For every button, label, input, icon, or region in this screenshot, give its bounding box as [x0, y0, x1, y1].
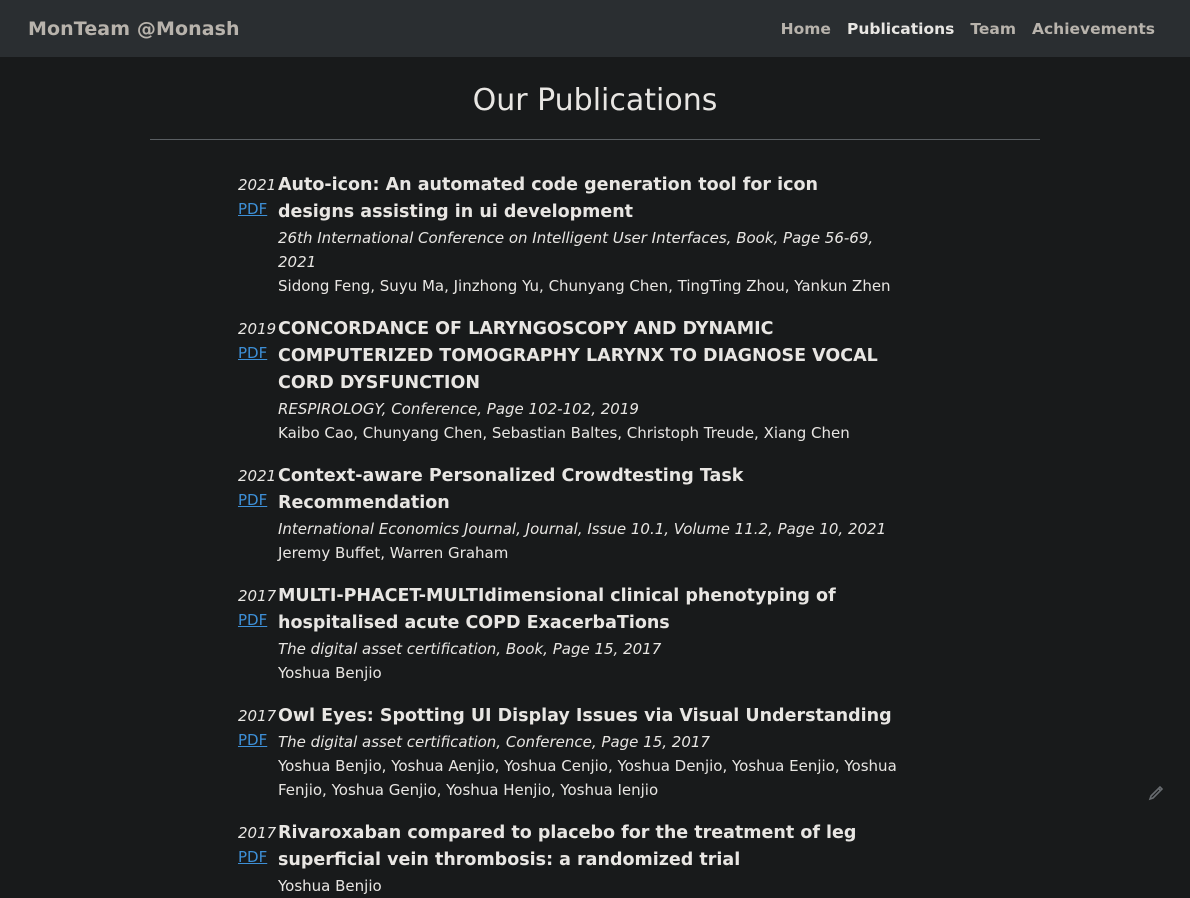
publication-year: 2021 [238, 176, 277, 194]
publication-authors: Kaibo Cao, Chunyang Chen, Sebastian Balt… [278, 424, 850, 442]
pencil-icon[interactable] [1146, 781, 1168, 803]
pdf-link[interactable]: PDF [238, 343, 267, 363]
publication-authors: Sidong Feng, Suyu Ma, Jinzhong Yu, Chuny… [278, 277, 891, 295]
publication-item: 2017 PDF Rivaroxaban compared to placebo… [238, 820, 952, 898]
title-divider [150, 139, 1040, 140]
publication-item: 2021 PDF Auto-icon: An automated code ge… [238, 172, 952, 298]
pdf-link[interactable]: PDF [238, 610, 267, 630]
publication-title: Owl Eyes: Spotting UI Display Issues via… [278, 706, 892, 726]
publication-year: 2021 [238, 467, 277, 485]
nav-home-link[interactable]: Home [781, 20, 831, 38]
publication-authors: Yoshua Benjio [278, 664, 382, 682]
publication-title: Context-aware Personalized Crowdtesting … [278, 466, 744, 513]
navbar: MonTeam @Monash Home Publications Team A… [0, 0, 1190, 57]
publication-item: 2019 PDF CONCORDANCE OF LARYNGOSCOPY AND… [238, 316, 952, 445]
nav-publications-link[interactable]: Publications [847, 20, 954, 38]
brand-logo[interactable]: MonTeam @Monash [28, 18, 240, 40]
publication-authors: Yoshua Benjio [278, 877, 382, 895]
publication-list: 2021 PDF Auto-icon: An automated code ge… [238, 172, 952, 898]
publication-venue: The digital asset certification, Book, P… [278, 640, 662, 658]
publication-year: 2019 [238, 320, 277, 338]
publication-title: Rivaroxaban compared to placebo for the … [278, 823, 857, 870]
pdf-link[interactable]: PDF [238, 490, 267, 510]
pdf-link[interactable]: PDF [238, 847, 267, 867]
publication-venue: 26th International Conference on Intelli… [278, 229, 874, 271]
publication-year: 2017 [238, 824, 277, 842]
publication-venue: RESPIROLOGY, Conference, Page 102-102, 2… [278, 400, 639, 418]
nav-team-link[interactable]: Team [970, 20, 1016, 38]
publication-year: 2017 [238, 587, 277, 605]
publication-authors: Yoshua Benjio, Yoshua Aenjio, Yoshua Cen… [278, 757, 897, 799]
page-title: Our Publications [472, 83, 718, 118]
pdf-link[interactable]: PDF [238, 730, 267, 750]
publication-item: 2017 PDF MULTI-PHACET-MULTIdimensional c… [238, 583, 952, 685]
publication-title: CONCORDANCE OF LARYNGOSCOPY AND DYNAMIC … [278, 319, 878, 393]
publication-title: MULTI-PHACET-MULTIdimensional clinical p… [278, 586, 836, 633]
publication-item: 2021 PDF Context-aware Personalized Crow… [238, 463, 952, 565]
publication-venue: The digital asset certification, Confere… [278, 733, 710, 751]
publication-title: Auto-icon: An automated code generation … [278, 175, 818, 222]
nav-achievements-link[interactable]: Achievements [1032, 20, 1155, 38]
nav-links: Home Publications Team Achievements [781, 20, 1155, 38]
publication-item: 2017 PDF Owl Eyes: Spotting UI Display I… [238, 703, 952, 802]
publication-venue: International Economics Journal, Journal… [278, 520, 887, 538]
publication-year: 2017 [238, 707, 277, 725]
pdf-link[interactable]: PDF [238, 199, 267, 219]
publication-authors: Jeremy Buffet, Warren Graham [278, 544, 509, 562]
